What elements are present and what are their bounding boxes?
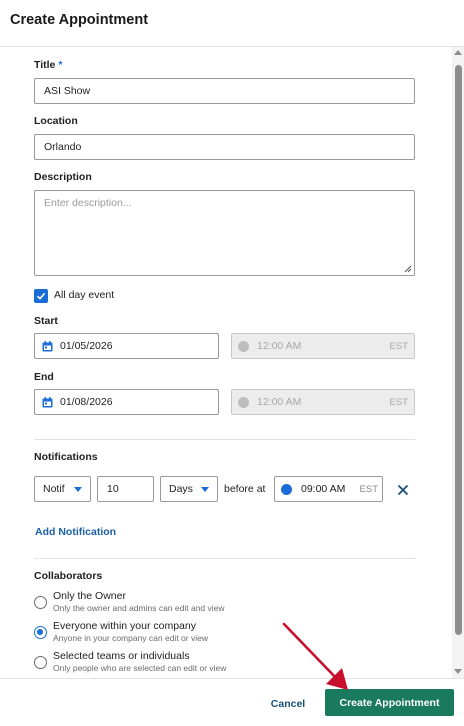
- notification-timezone: EST: [359, 483, 378, 495]
- calendar-icon: [42, 396, 53, 407]
- end-time-input: 12:00 AM EST: [231, 389, 415, 415]
- vertical-scrollbar[interactable]: [452, 47, 464, 678]
- end-time-value: 12:00 AM: [257, 396, 302, 408]
- notification-amount-value: 10: [107, 483, 119, 495]
- radio-only-owner-subtitle: Only the owner and admins can edit and v…: [53, 603, 225, 613]
- description-label: Description: [34, 171, 92, 183]
- all-day-checkbox[interactable]: [34, 289, 48, 303]
- title-label: Title *: [34, 59, 63, 71]
- location-input[interactable]: Orlando: [34, 134, 415, 160]
- end-timezone: EST: [389, 396, 408, 408]
- add-notification-link[interactable]: Add Notification: [35, 526, 116, 538]
- cancel-button[interactable]: Cancel: [262, 693, 314, 715]
- notifications-label: Notifications: [34, 451, 98, 463]
- form-scroll-area[interactable]: Title * ASI Show Location Orlando Descri…: [0, 47, 464, 678]
- close-icon[interactable]: [396, 483, 410, 497]
- resize-grip-icon[interactable]: [404, 265, 412, 273]
- end-label: End: [34, 371, 54, 383]
- dialog-footer: Cancel Create Appointment: [0, 678, 464, 726]
- radio-only-owner[interactable]: [34, 596, 47, 609]
- create-appointment-button[interactable]: Create Appointment: [325, 689, 454, 716]
- radio-everyone-company-subtitle: Anyone in your company can edit or view: [53, 633, 208, 643]
- start-timezone: EST: [389, 340, 408, 352]
- description-placeholder: Enter description...: [44, 197, 132, 209]
- checkmark-icon: [36, 292, 46, 300]
- title-input-value: ASI Show: [44, 85, 91, 97]
- section-divider: [34, 558, 415, 559]
- collaborators-label: Collaborators: [34, 570, 103, 582]
- dialog-header: Create Appointment: [0, 0, 464, 47]
- required-marker: *: [58, 59, 63, 71]
- radio-selected-teams[interactable]: [34, 656, 47, 669]
- chevron-down-icon: [74, 487, 82, 492]
- notification-amount-input[interactable]: 10: [97, 476, 154, 502]
- start-time-value: 12:00 AM: [257, 340, 302, 352]
- start-date-value: 01/05/2026: [60, 340, 113, 352]
- title-input[interactable]: ASI Show: [34, 78, 415, 104]
- notification-unit-select[interactable]: Days: [160, 476, 218, 502]
- notification-time-value: 09:00 AM: [301, 483, 346, 495]
- notification-type-value: Notif: [43, 483, 65, 495]
- notification-time-input[interactable]: 09:00 AM EST: [274, 476, 383, 502]
- end-date-input[interactable]: 01/08/2026: [34, 389, 219, 415]
- radio-selected-teams-subtitle: Only people who are selected can edit or…: [53, 663, 227, 673]
- location-input-value: Orlando: [44, 141, 82, 153]
- all-day-label: All day event: [54, 289, 115, 301]
- notification-unit-value: Days: [169, 483, 193, 495]
- end-date-value: 01/08/2026: [60, 396, 113, 408]
- calendar-icon: [42, 340, 53, 351]
- radio-everyone-company[interactable]: [34, 626, 47, 639]
- scroll-down-icon[interactable]: [454, 669, 462, 674]
- scrollbar-thumb[interactable]: [455, 65, 462, 635]
- chevron-down-icon: [201, 487, 209, 492]
- radio-everyone-company-title: Everyone within your company: [53, 620, 196, 632]
- start-time-input: 12:00 AM EST: [231, 333, 415, 359]
- radio-only-owner-title: Only the Owner: [53, 590, 126, 602]
- before-at-text: before at: [224, 483, 266, 495]
- scroll-up-icon[interactable]: [454, 50, 462, 55]
- clock-icon: [281, 483, 292, 495]
- start-label: Start: [34, 315, 58, 327]
- clock-icon: [238, 396, 249, 408]
- dialog-title: Create Appointment: [10, 12, 149, 28]
- location-label: Location: [34, 115, 78, 127]
- clock-icon: [238, 340, 249, 352]
- start-date-input[interactable]: 01/05/2026: [34, 333, 219, 359]
- description-textarea[interactable]: Enter description...: [34, 190, 415, 276]
- radio-selected-teams-title: Selected teams or individuals: [53, 650, 190, 662]
- notification-type-select[interactable]: Notif: [34, 476, 91, 502]
- section-divider: [34, 439, 415, 440]
